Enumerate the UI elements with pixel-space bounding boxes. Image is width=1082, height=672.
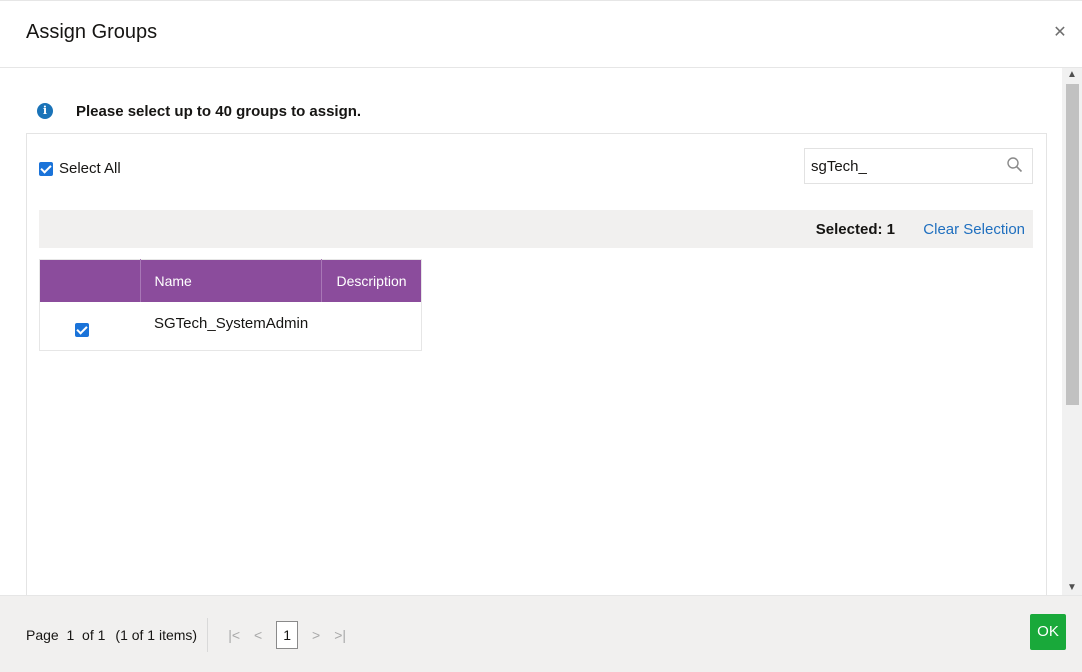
groups-panel: Select All sgTech_ Selected: 1 Clear Sel…: [26, 133, 1047, 595]
next-page-icon[interactable]: >: [304, 627, 328, 643]
items-info: (1 of 1 items): [115, 627, 198, 643]
selection-bar: Selected: 1 Clear Selection: [39, 210, 1033, 248]
groups-table: Name Description SGTech_SystemAdmin: [39, 259, 422, 351]
scrollbar-thumb[interactable]: [1066, 84, 1079, 405]
pagination: Page 1 of 1 (1 of 1 items) |< < 1 > >|: [26, 618, 352, 652]
group-name: SGTech_SystemAdmin: [154, 314, 309, 332]
page-number-button[interactable]: 1: [276, 621, 299, 649]
table-row[interactable]: SGTech_SystemAdmin: [40, 302, 422, 351]
pager-divider: [207, 618, 209, 652]
table-header-row: Name Description: [39, 259, 422, 302]
row-checkbox[interactable]: [75, 322, 89, 337]
selected-count: Selected: 1: [815, 221, 895, 238]
select-all-checkbox[interactable]: Select All: [39, 160, 121, 177]
scroll-down-icon[interactable]: ▼: [1062, 581, 1082, 595]
last-page-icon[interactable]: >|: [328, 627, 352, 643]
prev-page-icon[interactable]: <: [246, 627, 270, 643]
info-text: Please select up to 40 groups to assign.: [76, 102, 362, 120]
first-page-icon[interactable]: |<: [222, 627, 246, 643]
dialog-header: Assign Groups ✕: [0, 0, 1082, 68]
column-header-name[interactable]: Name: [140, 259, 322, 302]
clear-selection-link[interactable]: Clear Selection: [923, 221, 1025, 238]
dialog-title: Assign Groups: [26, 21, 158, 43]
column-header-select[interactable]: [39, 259, 141, 302]
info-icon: i: [37, 103, 53, 119]
row-checkbox-wrap: [40, 302, 140, 341]
ok-button[interactable]: OK: [1030, 614, 1066, 650]
search-input[interactable]: sgTech_: [804, 148, 1033, 184]
row-select-cell: [40, 302, 141, 351]
scroll-up-icon[interactable]: ▲: [1062, 68, 1082, 82]
column-header-description[interactable]: Description: [321, 259, 422, 302]
dialog-body: i Please select up to 40 groups to assig…: [0, 68, 1082, 595]
info-message: i Please select up to 40 groups to assig…: [37, 100, 361, 122]
row-description-cell: [321, 302, 421, 351]
row-name-cell: SGTech_SystemAdmin: [140, 302, 321, 351]
search-value: sgTech_: [811, 158, 867, 175]
search-icon[interactable]: [1006, 156, 1024, 174]
select-all-label: Select All: [59, 160, 121, 177]
close-icon[interactable]: ✕: [1050, 23, 1070, 43]
checkbox-checked-icon: [39, 161, 53, 176]
page-info: Page 1 of 1: [26, 627, 106, 643]
vertical-scrollbar[interactable]: ▲ ▼: [1062, 68, 1082, 595]
dialog-footer: Page 1 of 1 (1 of 1 items) |< < 1 > >| O…: [0, 595, 1082, 672]
assign-groups-dialog: Assign Groups ✕ i Please select up to 40…: [0, 0, 1082, 672]
